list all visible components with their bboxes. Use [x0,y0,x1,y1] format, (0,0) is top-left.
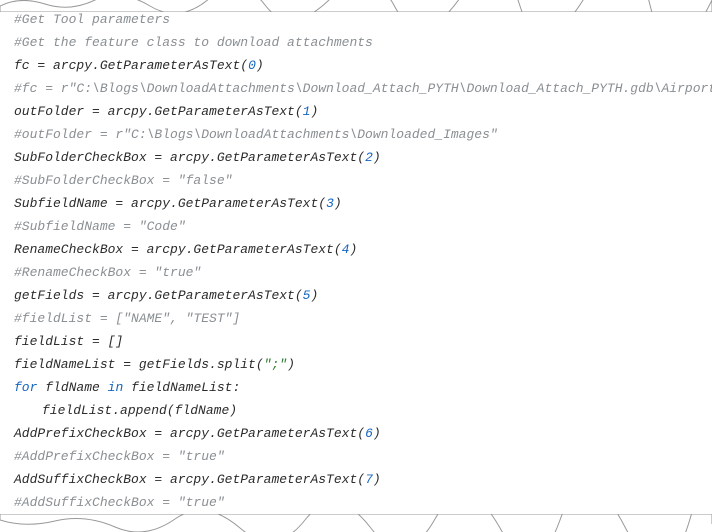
function-call: arcpy.GetParameterAsText [53,58,240,73]
paren-close: ) [349,242,357,257]
identifier: fieldNameList: [131,380,240,395]
paren-open: ( [240,58,248,73]
function-call: arcpy.GetParameterAsText [170,150,357,165]
code-line: AddPrefixCheckBox = arcpy.GetParameterAs… [14,422,698,445]
code-block: #Get Tool parameters #Get the feature cl… [14,8,698,514]
operator: = [115,357,138,372]
paren-close: ) [310,104,318,119]
operator: = [123,242,146,257]
function-call: arcpy.GetParameterAsText [147,242,334,257]
paren-close: ) [256,58,264,73]
code-line-comment: #RenameCheckBox = "true" [14,261,698,284]
code-line: for fldName in fieldNameList: [14,376,698,399]
comment-text: #fc = r"C:\Blogs\DownloadAttachments\Dow… [14,81,712,96]
code-line: outFolder = arcpy.GetParameterAsText(1) [14,100,698,123]
operator: = [147,426,170,441]
space [100,380,108,395]
variable: AddSuffixCheckBox [14,472,147,487]
torn-edge-bottom [0,514,712,532]
comment-text: #AddPrefixCheckBox = "true" [14,449,225,464]
paren-close: ) [229,403,237,418]
paren-open: ( [357,472,365,487]
code-line-comment: #SubFolderCheckBox = "false" [14,169,698,192]
comment-text: #fieldList = ["NAME", "TEST"] [14,311,240,326]
paren-open: ( [256,357,264,372]
paren-close: ) [334,196,342,211]
number-literal: 6 [365,426,373,441]
paren-open: ( [334,242,342,257]
code-line-comment: #SubfieldName = "Code" [14,215,698,238]
paren-close: ) [287,357,295,372]
variable: fieldNameList [14,357,115,372]
paren-close: ) [373,426,381,441]
number-literal: 3 [326,196,334,211]
code-line: fieldList.append(fldName) [14,399,698,422]
function-call: getFields.split [139,357,256,372]
operator: = [108,196,131,211]
paren-open: ( [318,196,326,211]
number-literal: 7 [365,472,373,487]
identifier: fldName [45,380,100,395]
code-line-comment: #Get Tool parameters [14,8,698,31]
string-literal: ";" [264,357,287,372]
operator: = [30,58,53,73]
variable: SubFolderCheckBox [14,150,147,165]
number-literal: 0 [248,58,256,73]
keyword-for: for [14,380,37,395]
paren-close: ) [310,288,318,303]
operator: = [147,472,170,487]
paren-open: ( [295,104,303,119]
variable: RenameCheckBox [14,242,123,257]
variable: getFields [14,288,84,303]
keyword-in: in [108,380,124,395]
code-line-comment: #Get the feature class to download attac… [14,31,698,54]
code-line-comment: #AddPrefixCheckBox = "true" [14,445,698,468]
function-call: arcpy.GetParameterAsText [108,288,295,303]
function-call: arcpy.GetParameterAsText [108,104,295,119]
paren-open: ( [357,150,365,165]
function-call: arcpy.GetParameterAsText [170,426,357,441]
comment-text: #SubFolderCheckBox = "false" [14,173,232,188]
function-call: fieldList.append [42,403,167,418]
code-line: fc = arcpy.GetParameterAsText(0) [14,54,698,77]
paren-close: ) [373,150,381,165]
paren-open: ( [167,403,175,418]
number-literal: 2 [365,150,373,165]
variable: fc [14,58,30,73]
code-line-comment: #outFolder = r"C:\Blogs\DownloadAttachme… [14,123,698,146]
operator: = [147,150,170,165]
code-line: fieldNameList = getFields.split(";") [14,353,698,376]
variable: outFolder [14,104,84,119]
code-line: SubfieldName = arcpy.GetParameterAsText(… [14,192,698,215]
comment-text: #SubfieldName = "Code" [14,219,186,234]
operator: = [84,104,107,119]
paren-open: ( [357,426,365,441]
comment-text: #Get Tool parameters [14,12,170,27]
argument: fldName [175,403,230,418]
code-line-comment: #fieldList = ["NAME", "TEST"] [14,307,698,330]
variable: fieldList [14,334,84,349]
comment-text: #RenameCheckBox = "true" [14,265,201,280]
comment-text: #AddSuffixCheckBox = "true" [14,495,225,510]
function-call: arcpy.GetParameterAsText [170,472,357,487]
code-line-comment: #AddSuffixCheckBox = "true" [14,491,698,514]
paren-open: ( [295,288,303,303]
variable: SubfieldName [14,196,108,211]
code-line: getFields = arcpy.GetParameterAsText(5) [14,284,698,307]
paren-close: ) [373,472,381,487]
function-call: arcpy.GetParameterAsText [131,196,318,211]
code-line: SubFolderCheckBox = arcpy.GetParameterAs… [14,146,698,169]
code-line: AddSuffixCheckBox = arcpy.GetParameterAs… [14,468,698,491]
variable: AddPrefixCheckBox [14,426,147,441]
operator: = [84,334,107,349]
space [123,380,131,395]
code-line: fieldList = [] [14,330,698,353]
comment-text: #outFolder = r"C:\Blogs\DownloadAttachme… [14,127,498,142]
comment-text: #Get the feature class to download attac… [14,35,373,50]
list-literal: [] [108,334,124,349]
code-line-comment: #fc = r"C:\Blogs\DownloadAttachments\Dow… [14,77,698,100]
operator: = [84,288,107,303]
code-line: RenameCheckBox = arcpy.GetParameterAsTex… [14,238,698,261]
